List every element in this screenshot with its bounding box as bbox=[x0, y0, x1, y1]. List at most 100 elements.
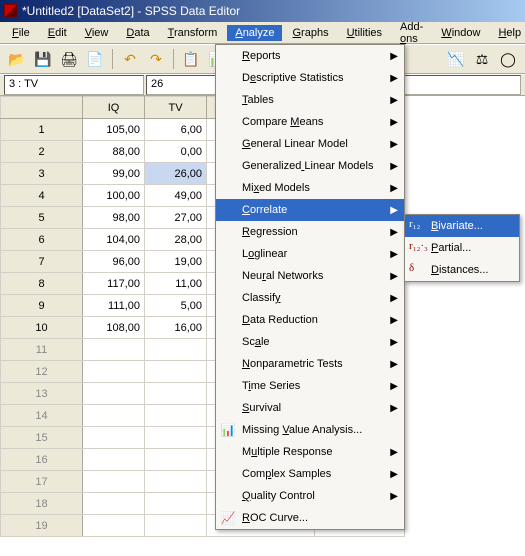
cell[interactable]: 6,00 bbox=[145, 119, 207, 141]
menu-item-missing-value-analysis[interactable]: 📊Missing Value Analysis... bbox=[216, 419, 404, 441]
row-header[interactable]: 17 bbox=[1, 471, 83, 493]
menu-item-multiple-response[interactable]: Multiple Response▶ bbox=[216, 441, 404, 463]
row-header[interactable]: 9 bbox=[1, 295, 83, 317]
row-header[interactable]: 8 bbox=[1, 273, 83, 295]
cell[interactable]: 111,00 bbox=[83, 295, 145, 317]
menu-item-tables[interactable]: Tables▶ bbox=[216, 89, 404, 111]
submenu-item-bivariate[interactable]: r₁₂Bivariate... bbox=[405, 215, 519, 237]
row-header[interactable]: 14 bbox=[1, 405, 83, 427]
cell[interactable] bbox=[145, 471, 207, 493]
cell[interactable]: 105,00 bbox=[83, 119, 145, 141]
cell[interactable]: 28,00 bbox=[145, 229, 207, 251]
menu-edit[interactable]: Edit bbox=[40, 25, 75, 41]
cell[interactable] bbox=[83, 339, 145, 361]
grid-corner[interactable] bbox=[1, 97, 83, 119]
menu-item-compare-means[interactable]: Compare Means▶ bbox=[216, 111, 404, 133]
cell[interactable] bbox=[145, 339, 207, 361]
cell[interactable] bbox=[145, 383, 207, 405]
cell[interactable] bbox=[145, 493, 207, 515]
cell[interactable]: 117,00 bbox=[83, 273, 145, 295]
redo-button[interactable]: ↷ bbox=[145, 48, 167, 70]
cell[interactable]: 88,00 bbox=[83, 141, 145, 163]
cell[interactable] bbox=[83, 493, 145, 515]
menu-item-regression[interactable]: Regression▶ bbox=[216, 221, 404, 243]
menu-item-loglinear[interactable]: Loglinear▶ bbox=[216, 243, 404, 265]
menu-view[interactable]: View bbox=[77, 25, 117, 41]
cell[interactable] bbox=[83, 515, 145, 537]
row-header[interactable]: 18 bbox=[1, 493, 83, 515]
cell[interactable]: 16,00 bbox=[145, 317, 207, 339]
col-header-TV[interactable]: TV bbox=[145, 97, 207, 119]
row-header[interactable]: 16 bbox=[1, 449, 83, 471]
cell[interactable]: 0,00 bbox=[145, 141, 207, 163]
row-header[interactable]: 12 bbox=[1, 361, 83, 383]
cell[interactable] bbox=[145, 361, 207, 383]
menu-item-classify[interactable]: Classify▶ bbox=[216, 287, 404, 309]
col-header-IQ[interactable]: IQ bbox=[83, 97, 145, 119]
menu-transform[interactable]: Transform bbox=[160, 25, 226, 41]
cell[interactable]: 96,00 bbox=[83, 251, 145, 273]
menu-item-roc-curve[interactable]: 📈ROC Curve... bbox=[216, 507, 404, 529]
save-button[interactable]: 💾 bbox=[32, 48, 54, 70]
menu-item-data-reduction[interactable]: Data Reduction▶ bbox=[216, 309, 404, 331]
goto-case-button[interactable]: 📋 bbox=[180, 48, 202, 70]
cell[interactable]: 100,00 bbox=[83, 185, 145, 207]
menu-item-descriptive-statistics[interactable]: Descriptive Statistics▶ bbox=[216, 67, 404, 89]
menu-item-neural-networks[interactable]: Neural Networks▶ bbox=[216, 265, 404, 287]
row-header[interactable]: 13 bbox=[1, 383, 83, 405]
cell[interactable]: 99,00 bbox=[83, 163, 145, 185]
menu-item-quality-control[interactable]: Quality Control▶ bbox=[216, 485, 404, 507]
menu-item-general-linear-model[interactable]: General Linear Model▶ bbox=[216, 133, 404, 155]
menu-graphs[interactable]: Graphs bbox=[284, 25, 336, 41]
cell[interactable] bbox=[145, 515, 207, 537]
menu-add-ons[interactable]: Add-ons bbox=[392, 19, 431, 47]
row-header[interactable]: 11 bbox=[1, 339, 83, 361]
cell[interactable]: 27,00 bbox=[145, 207, 207, 229]
row-header[interactable]: 15 bbox=[1, 427, 83, 449]
menu-item-mixed-models[interactable]: Mixed Models▶ bbox=[216, 177, 404, 199]
row-header[interactable]: 2 bbox=[1, 141, 83, 163]
cell[interactable] bbox=[145, 449, 207, 471]
cell[interactable] bbox=[83, 427, 145, 449]
row-header[interactable]: 7 bbox=[1, 251, 83, 273]
cell-reference[interactable]: 3 : TV bbox=[4, 75, 144, 95]
menu-analyze[interactable]: Analyze bbox=[227, 25, 282, 41]
row-header[interactable]: 1 bbox=[1, 119, 83, 141]
menu-item-correlate[interactable]: Correlate▶ bbox=[216, 199, 404, 221]
menu-utilities[interactable]: Utilities bbox=[339, 25, 390, 41]
cell[interactable]: 108,00 bbox=[83, 317, 145, 339]
row-header[interactable]: 6 bbox=[1, 229, 83, 251]
row-header[interactable]: 5 bbox=[1, 207, 83, 229]
cell[interactable]: 49,00 bbox=[145, 185, 207, 207]
menu-item-time-series[interactable]: Time Series▶ bbox=[216, 375, 404, 397]
cell[interactable]: 26,00 bbox=[145, 163, 207, 185]
row-header[interactable]: 10 bbox=[1, 317, 83, 339]
cell[interactable] bbox=[145, 427, 207, 449]
export-button[interactable]: 📄 bbox=[84, 48, 106, 70]
cell[interactable]: 98,00 bbox=[83, 207, 145, 229]
undo-button[interactable]: ↶ bbox=[119, 48, 141, 70]
cell[interactable]: 104,00 bbox=[83, 229, 145, 251]
menu-item-scale[interactable]: Scale▶ bbox=[216, 331, 404, 353]
cell[interactable]: 19,00 bbox=[145, 251, 207, 273]
submenu-item-distances[interactable]: δDistances... bbox=[405, 259, 519, 281]
cell[interactable] bbox=[83, 383, 145, 405]
open-button[interactable]: 📂 bbox=[6, 48, 28, 70]
cell[interactable] bbox=[83, 449, 145, 471]
row-header[interactable]: 3 bbox=[1, 163, 83, 185]
cell[interactable]: 5,00 bbox=[145, 295, 207, 317]
cell[interactable] bbox=[145, 405, 207, 427]
chart-button[interactable]: 📉 bbox=[445, 48, 467, 70]
menu-item-nonparametric-tests[interactable]: Nonparametric Tests▶ bbox=[216, 353, 404, 375]
menu-data[interactable]: Data bbox=[118, 25, 157, 41]
cell[interactable]: 11,00 bbox=[145, 273, 207, 295]
cell[interactable] bbox=[83, 405, 145, 427]
menu-window[interactable]: Window bbox=[433, 25, 488, 41]
weight-button[interactable]: ⚖ bbox=[471, 48, 493, 70]
menu-help[interactable]: Help bbox=[490, 25, 525, 41]
select-cases-button[interactable]: ◯ bbox=[497, 48, 519, 70]
row-header[interactable]: 19 bbox=[1, 515, 83, 537]
menu-file[interactable]: File bbox=[4, 25, 38, 41]
menu-item-complex-samples[interactable]: Complex Samples▶ bbox=[216, 463, 404, 485]
submenu-item-partial[interactable]: r₁₂·₃Partial... bbox=[405, 237, 519, 259]
